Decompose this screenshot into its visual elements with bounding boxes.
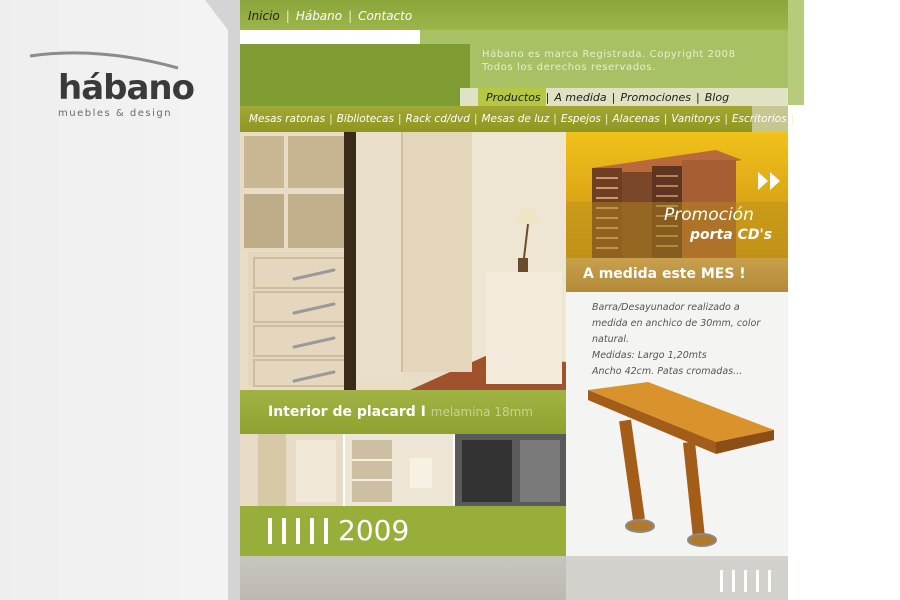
thumbnail-1[interactable] <box>240 434 343 506</box>
right-accent-strip <box>788 0 804 105</box>
medida-description: Barra/Desayunador realizado a medida en … <box>592 300 780 380</box>
top-nav-contacto[interactable]: Contacto <box>358 9 412 23</box>
nav-separator: | <box>397 113 402 125</box>
placard-illustration <box>240 132 566 390</box>
nav-separator: | <box>545 91 550 104</box>
nav-separator: | <box>329 113 333 125</box>
category-vanitorys[interactable]: Vanitorys <box>671 113 720 125</box>
header-white-strip <box>240 30 420 44</box>
thumbnail-3[interactable] <box>455 434 566 506</box>
description-line: medida en anchico de 30mm, color <box>592 318 761 329</box>
brand-logo[interactable]: hábano muebles & design <box>28 48 195 128</box>
product-nav-productos[interactable]: Productos <box>486 91 541 104</box>
nav-separator: | <box>724 113 728 125</box>
category-bibliotecas[interactable]: Bibliotecas <box>337 113 394 125</box>
category-espejos[interactable]: Espejos <box>561 113 601 125</box>
top-nav-inicio[interactable]: Inicio <box>248 9 280 23</box>
vertical-bars-icon <box>720 570 771 592</box>
promo-title: Promoción <box>664 205 754 225</box>
promo-subtitle: porta CD's <box>690 227 773 243</box>
category-mesas-ratonas[interactable]: Mesas ratonas <box>249 113 325 125</box>
thumbnail-2[interactable] <box>345 434 453 506</box>
double-chevron-right-icon[interactable] <box>756 170 784 192</box>
brand-name: hábano <box>58 68 195 108</box>
nav-separator: | <box>696 91 700 104</box>
nav-separator: | <box>604 113 609 125</box>
copyright-text: Hábano es marca Registrada. Copyright 20… <box>482 48 772 74</box>
category-mesas-de-luz[interactable]: Mesas de luz <box>482 113 550 125</box>
nav-separator: | <box>473 113 478 125</box>
year-label: 2009 <box>338 514 410 547</box>
nav-separator: | <box>611 91 616 104</box>
description-line: natural. <box>592 334 629 345</box>
category-alacenas[interactable]: Alacenas <box>612 113 659 125</box>
feature-caption[interactable]: Interior de placard I melamina 18mm <box>268 404 533 420</box>
nav-separator: | <box>348 9 353 23</box>
main-photo-placard[interactable] <box>240 132 566 390</box>
vertical-bars-icon <box>268 518 328 544</box>
category-mas[interactable]: más <box>798 113 820 125</box>
medida-title[interactable]: A medida este MES ! <box>583 266 746 282</box>
category-rack[interactable]: Rack cd/dvd <box>406 113 470 125</box>
description-line: Ancho 42cm. Patas cromadas... <box>592 366 743 377</box>
nav-separator: | <box>790 113 795 125</box>
category-escritorios[interactable]: Escritorios <box>732 113 787 125</box>
product-nav-blog[interactable]: Blog <box>705 91 729 104</box>
top-nav: Inicio | Hábano | Contacto <box>248 9 412 23</box>
feature-separator: I <box>420 404 426 420</box>
nav-separator: | <box>553 113 557 125</box>
feature-subtitle: melamina 18mm <box>430 405 533 419</box>
product-nav-a-medida[interactable]: A medida <box>554 91 606 104</box>
category-nav: Mesas ratonas | Bibliotecas | Rack cd/dv… <box>249 113 820 125</box>
nav-separator: | <box>285 9 290 23</box>
brand-tagline: muebles & design <box>58 108 173 119</box>
description-line: Barra/Desayunador realizado a <box>592 302 740 313</box>
copyright-line-2: Todos los derechos reservados. <box>482 62 656 73</box>
description-line: Medidas: Largo 1,20mts <box>592 350 707 361</box>
bar-table-illustration[interactable] <box>578 380 784 550</box>
feature-title: Interior de placard <box>268 404 416 420</box>
copyright-line-1: Hábano es marca Registrada. Copyright 20… <box>482 49 736 60</box>
thumbnail-strip-graphic <box>240 434 566 506</box>
product-nav-promociones[interactable]: Promociones <box>620 91 691 104</box>
top-nav-habano[interactable]: Hábano <box>296 9 342 23</box>
product-nav: Productos | A medida | Promociones | Blo… <box>486 91 729 104</box>
nav-separator: | <box>663 113 668 125</box>
thumbnail-strip <box>240 434 566 506</box>
